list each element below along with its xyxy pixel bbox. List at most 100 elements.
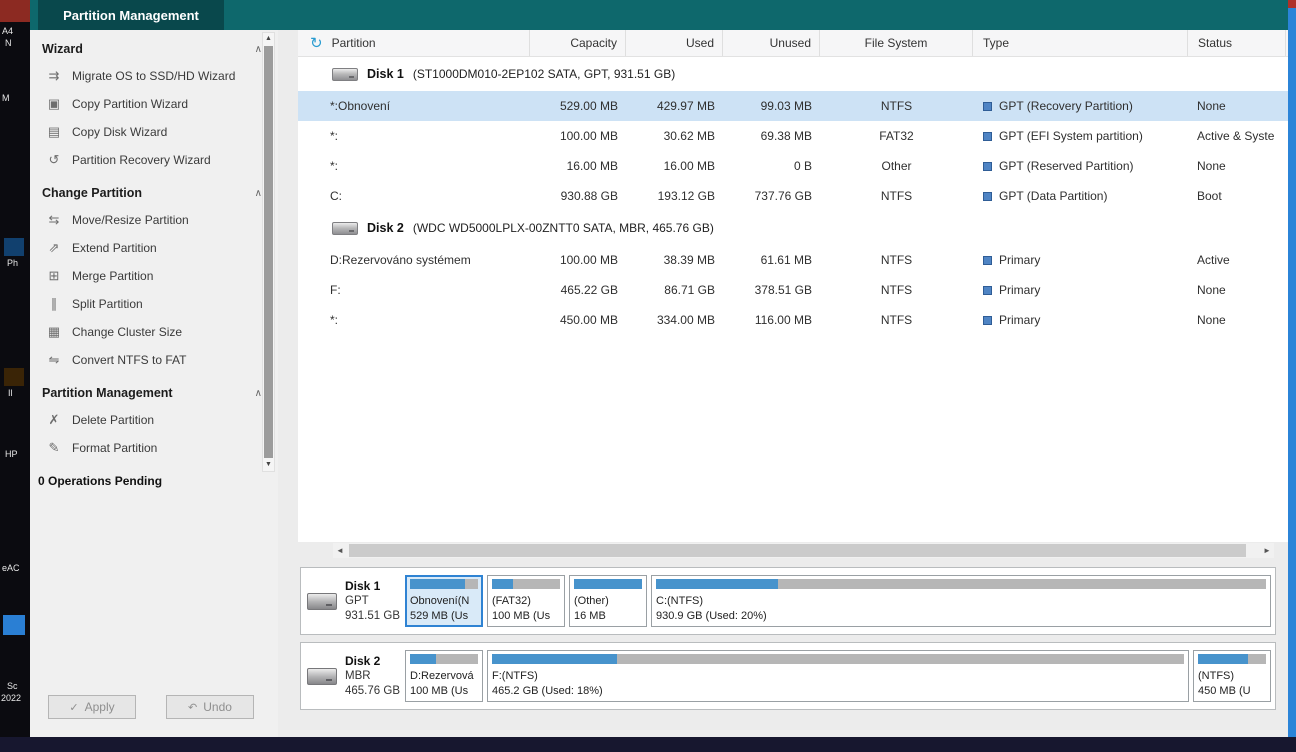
copy-partition-icon: ▣ xyxy=(46,96,62,112)
column-header-used[interactable]: Used xyxy=(626,30,723,56)
partition-block[interactable]: C:(NTFS)930.9 GB (Used: 20%) xyxy=(651,575,1271,627)
table-horizontal-scrollbar[interactable]: ◄ ► xyxy=(333,543,1274,558)
partition-type-icon xyxy=(983,192,992,201)
scroll-down-arrow-icon[interactable]: ▼ xyxy=(263,459,274,471)
section-header-wizard[interactable]: Wizard∧ xyxy=(30,32,278,62)
cell-status: None xyxy=(1188,275,1286,305)
partition-block[interactable]: F:(NTFS)465.2 GB (Used: 18%) xyxy=(487,650,1189,702)
partition-recovery-icon: ↺ xyxy=(46,152,62,168)
sidebar-item-label: Move/Resize Partition xyxy=(72,213,189,227)
scroll-up-arrow-icon[interactable]: ▲ xyxy=(263,33,274,45)
column-header-file-system[interactable]: File System xyxy=(820,30,973,56)
cell-type: GPT (Recovery Partition) xyxy=(973,91,1188,121)
tab-partition-management[interactable]: Partition Management xyxy=(38,0,224,30)
sidebar-item-label: Copy Disk Wizard xyxy=(72,125,167,139)
cell-fs: NTFS xyxy=(820,181,973,211)
cell-status: None xyxy=(1188,151,1286,181)
cell-text: 100.00 MB xyxy=(560,129,618,143)
table-row[interactable]: *:450.00 MB334.00 MB116.00 MBNTFSPrimary… xyxy=(298,305,1288,335)
taskbar[interactable] xyxy=(0,737,1296,752)
disk-group-header[interactable]: Disk 1(ST1000DM010-2EP102 SATA, GPT, 931… xyxy=(298,57,1288,91)
partition-block[interactable]: Obnovení(N529 MB (Us xyxy=(405,575,483,627)
disk-group-header[interactable]: Disk 2(WDC WD5000LPLX-00ZNTT0 SATA, MBR,… xyxy=(298,211,1288,245)
disk-icon xyxy=(307,593,337,610)
sidebar-item-change-cluster[interactable]: ▦Change Cluster Size xyxy=(30,318,278,346)
sidebar-item-copy-disk[interactable]: ▤ Copy Disk Wizard xyxy=(30,118,278,146)
app-icon[interactable] xyxy=(3,615,25,635)
sidebar-item-delete-partition[interactable]: ✗ Delete Partition xyxy=(30,406,278,434)
disk-scheme: MBR xyxy=(345,669,400,684)
column-header-status[interactable]: Status xyxy=(1188,30,1286,56)
extend-partition-icon: ⇗ xyxy=(46,240,62,256)
cell-capacity: 930.88 GB xyxy=(530,181,626,211)
section-header-change-partition[interactable]: Change Partition∧ xyxy=(30,176,278,206)
partition-blocks: Obnovení(N529 MB (Us(FAT32)100 MB (Us(Ot… xyxy=(405,571,1275,631)
partition-block-name: C:(NTFS) xyxy=(656,594,1266,609)
partition-block[interactable]: D:Rezervová100 MB (Us xyxy=(405,650,483,702)
sidebar-item-partition-recovery[interactable]: ↺Partition Recovery Wizard xyxy=(30,146,278,174)
sidebar-item-label: Merge Partition xyxy=(72,269,153,283)
table-row[interactable]: F:465.22 GB86.71 GB378.51 GBNTFSPrimaryN… xyxy=(298,275,1288,305)
cell-partition: C: xyxy=(298,181,530,211)
scroll-left-arrow-icon[interactable]: ◄ xyxy=(333,546,347,555)
disk-panel: Disk 1GPT931.51 GBObnovení(N529 MB (Us(F… xyxy=(300,567,1276,635)
disk-size: 931.51 GB xyxy=(345,609,400,624)
undo-button[interactable]: ↶ Undo xyxy=(166,695,254,719)
column-header-unused[interactable]: Unused xyxy=(723,30,820,56)
cell-used: 86.71 GB xyxy=(626,275,723,305)
sidebar-item-copy-partition[interactable]: ▣Copy Partition Wizard xyxy=(30,90,278,118)
column-header-partition[interactable]: ↻ Partition xyxy=(298,30,530,56)
sidebar-item-convert-ntfs[interactable]: ⇋Convert NTFS to FAT xyxy=(30,346,278,374)
partition-type-icon xyxy=(983,102,992,111)
partition-block[interactable]: (FAT32)100 MB (Us xyxy=(487,575,565,627)
refresh-icon[interactable]: ↻ xyxy=(310,34,323,52)
cell-type: GPT (Reserved Partition) xyxy=(973,151,1188,181)
table-row[interactable]: *:Obnovení529.00 MB429.97 MB99.03 MBNTFS… xyxy=(298,91,1288,121)
cell-partition: *: xyxy=(298,121,530,151)
column-label: Type xyxy=(983,36,1009,50)
partition-block[interactable]: (Other)16 MB xyxy=(569,575,647,627)
delete-partition-icon: ✗ xyxy=(46,412,62,428)
scroll-right-arrow-icon[interactable]: ► xyxy=(1260,546,1274,555)
partition-block-size: 930.9 GB (Used: 20%) xyxy=(656,609,1266,624)
cell-text: *: xyxy=(330,313,338,327)
column-label: Partition xyxy=(332,36,376,50)
sidebar-item-split-partition[interactable]: ∥Split Partition xyxy=(30,290,278,318)
photoshop-icon[interactable] xyxy=(4,238,24,256)
copy-disk-icon: ▤ xyxy=(46,124,62,140)
convert-ntfs-icon: ⇋ xyxy=(46,352,62,368)
partition-block[interactable]: (NTFS)450 MB (U xyxy=(1193,650,1271,702)
sidebar-scrollbar[interactable]: ▲ ▼ xyxy=(262,32,275,472)
column-header-type[interactable]: Type xyxy=(973,30,1188,56)
sidebar-item-extend-partition[interactable]: ⇗ Extend Partition xyxy=(30,234,278,262)
sidebar-item-move-resize[interactable]: ⇆Move/Resize Partition xyxy=(30,206,278,234)
sidebar-item-migrate-os[interactable]: ⇉Migrate OS to SSD/HD Wizard xyxy=(30,62,278,90)
cell-status: Active xyxy=(1188,245,1286,275)
section-header-partition-management[interactable]: Partition Management∧ xyxy=(30,376,278,406)
sidebar-item-merge-partition[interactable]: ⊞ Merge Partition xyxy=(30,262,278,290)
table-row[interactable]: *:16.00 MB16.00 MB0 BOtherGPT (Reserved … xyxy=(298,151,1288,181)
cell-type: Primary xyxy=(973,275,1188,305)
sidebar-scrollbar-thumb[interactable] xyxy=(264,46,273,458)
sidebar-item-label: Extend Partition xyxy=(72,241,157,255)
chevron-up-icon: ∧ xyxy=(255,188,262,199)
desktop-icon-label: Il xyxy=(8,388,13,398)
cell-text: 61.61 MB xyxy=(761,253,812,267)
illustrator-icon[interactable] xyxy=(4,368,24,386)
table-row[interactable]: *:100.00 MB30.62 MB69.38 MBFAT32GPT (EFI… xyxy=(298,121,1288,151)
apply-button[interactable]: ✓ Apply xyxy=(48,695,136,719)
merge-partition-icon: ⊞ xyxy=(46,268,62,284)
column-header-capacity[interactable]: Capacity xyxy=(530,30,626,56)
desktop-red-area[interactable] xyxy=(0,0,30,22)
partition-block-name: (NTFS) xyxy=(1198,669,1266,684)
h-scrollbar-track[interactable] xyxy=(347,543,1260,558)
table-row[interactable]: D:Rezervováno systémem100.00 MB38.39 MB6… xyxy=(298,245,1288,275)
disk-scheme: GPT xyxy=(345,594,400,609)
usage-bar xyxy=(492,654,1184,664)
h-scrollbar-thumb[interactable] xyxy=(349,544,1246,557)
table-row[interactable]: C:930.88 GB193.12 GB737.76 GBNTFSGPT (Da… xyxy=(298,181,1288,211)
app-window: Partition Management Wizard∧⇉Migrate OS … xyxy=(30,0,1288,737)
sidebar-item-format-partition[interactable]: ✎Format Partition xyxy=(30,434,278,462)
sidebar-item-label: Delete Partition xyxy=(72,413,154,427)
desktop-icon-label: eAC xyxy=(2,563,20,573)
